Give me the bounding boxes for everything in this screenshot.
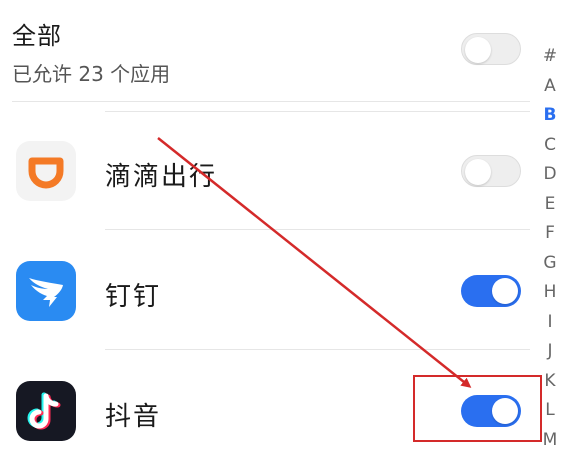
index-letter-f[interactable]: F [536,219,564,249]
index-letter-hash[interactable]: # [536,42,564,72]
index-letter-b[interactable]: B [536,101,564,131]
index-letter-h[interactable]: H [536,278,564,308]
index-letter-e[interactable]: E [536,190,564,220]
row-divider [105,349,530,350]
dingtalk-toggle[interactable] [461,275,521,307]
index-letter-d[interactable]: D [536,160,564,190]
toggle-knob [492,278,518,304]
douyin-toggle[interactable] [461,395,521,427]
toggle-knob [465,37,491,63]
all-apps-row[interactable]: 全部 已允许 23 个应用 [0,0,530,102]
index-letter-a[interactable]: A [536,72,564,102]
section-divider [12,101,530,102]
index-letter-i[interactable]: I [536,308,564,338]
didi-toggle[interactable] [461,155,521,187]
allowed-count-text: 已允许 23 个应用 [12,62,171,86]
index-letter-g[interactable]: G [536,249,564,279]
app-row-didi[interactable]: 滴滴出行 [0,112,530,230]
row-divider [105,229,530,230]
index-letter-c[interactable]: C [536,131,564,161]
all-apps-toggle[interactable] [461,33,521,65]
app-row-dingtalk[interactable]: 钉钉 [0,232,530,350]
douyin-icon [16,381,76,441]
index-letter-l[interactable]: L [536,396,564,426]
app-row-douyin[interactable]: 抖音 [0,352,530,465]
app-name-douyin: 抖音 [105,402,162,432]
index-letter-k[interactable]: K [536,367,564,397]
all-apps-title: 全部 [12,22,62,50]
alphabet-index[interactable]: # A B C D E F G H I J K L M [536,42,564,455]
index-letter-j[interactable]: J [536,337,564,367]
index-letter-m[interactable]: M [536,426,564,456]
toggle-knob [465,159,491,185]
didi-icon [16,141,76,201]
dingtalk-icon [16,261,76,321]
app-name-dingtalk: 钉钉 [105,282,162,312]
toggle-knob [492,398,518,424]
app-permission-screen: 全部 已允许 23 个应用 滴滴出行 钉钉 抖音 # A B C D E F G… [0,0,572,465]
app-name-didi: 滴滴出行 [105,162,218,192]
